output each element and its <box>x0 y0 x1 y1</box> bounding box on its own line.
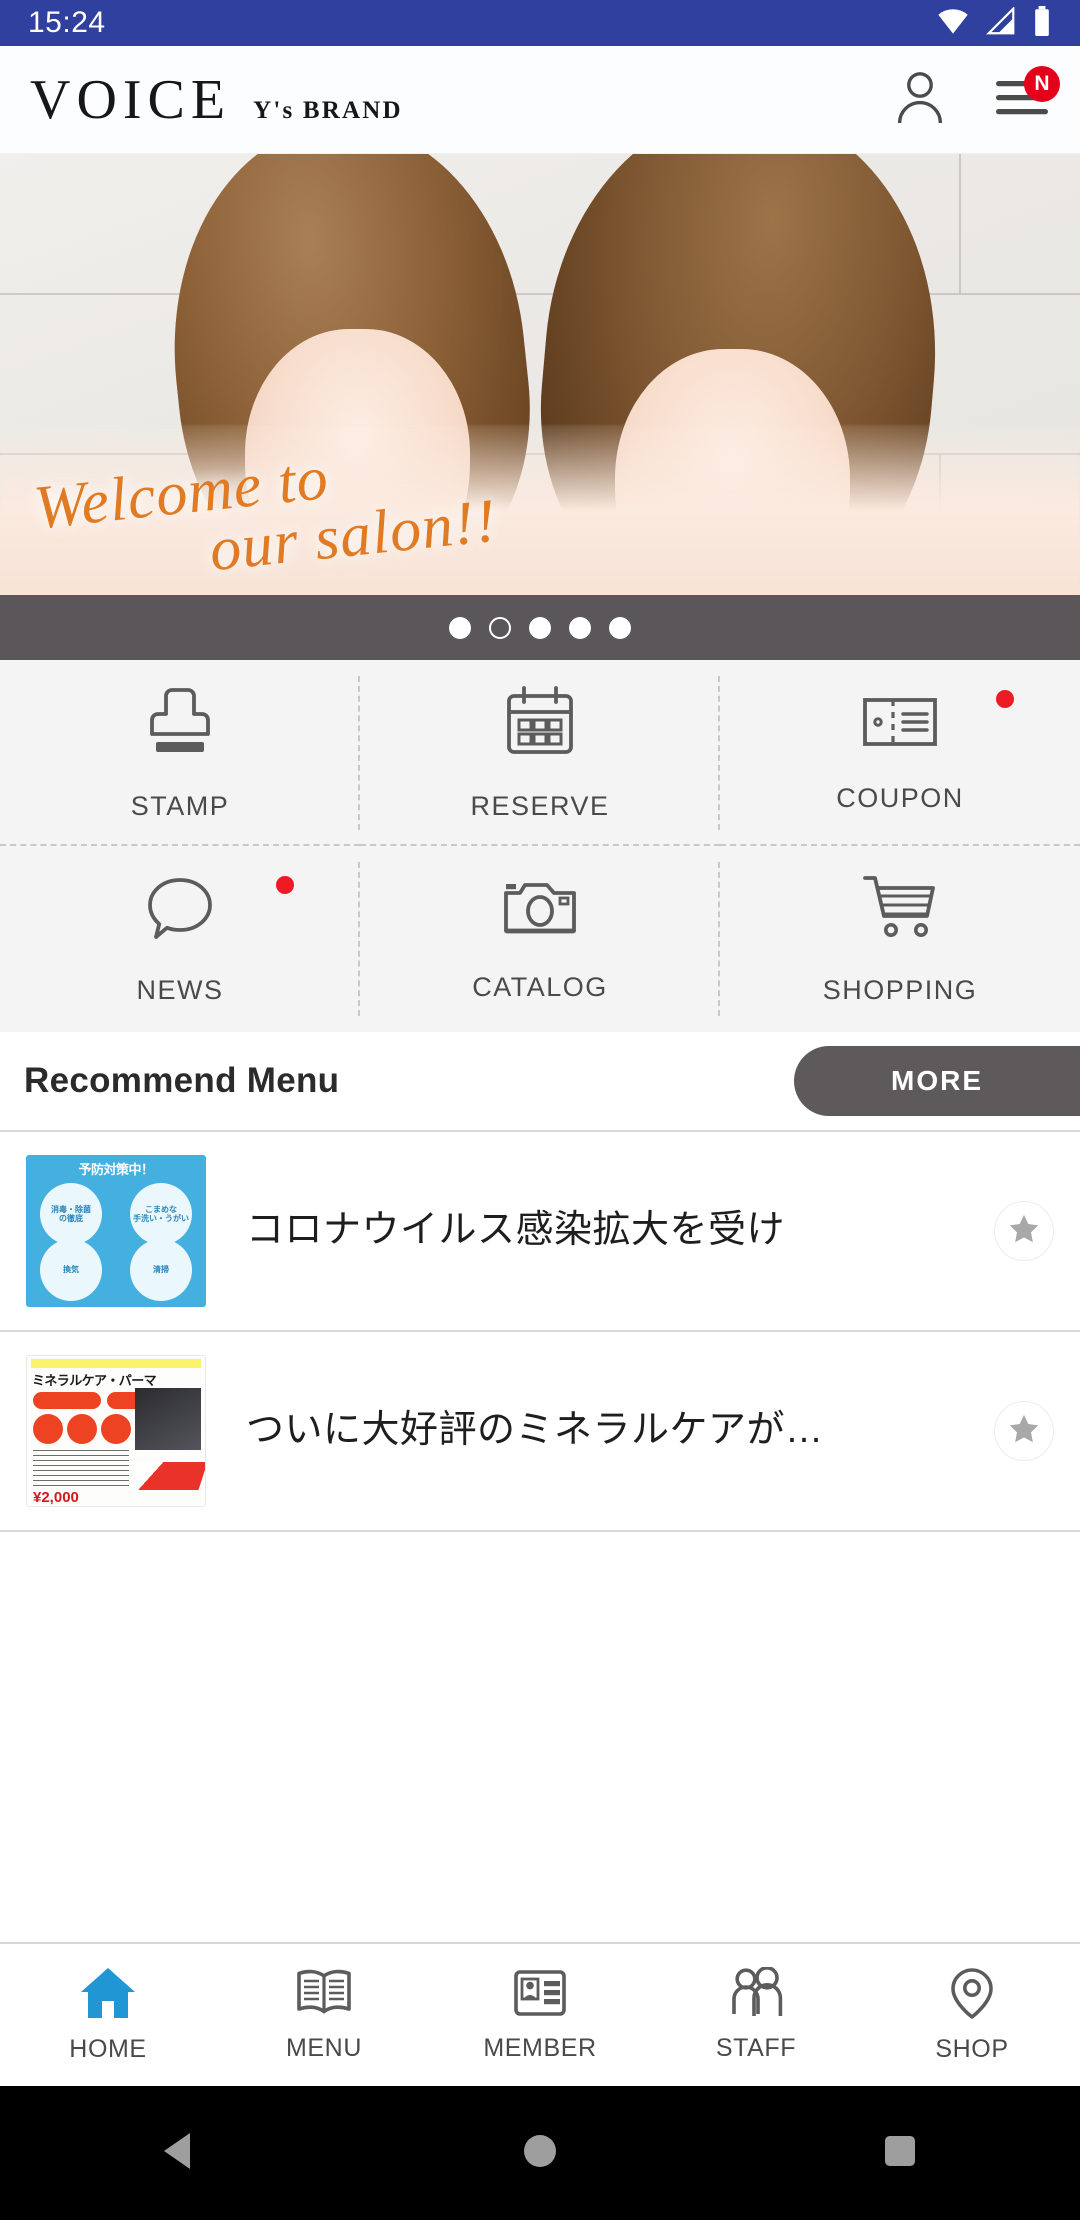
app-screen: 15:24 VOICE Y's BRAND N Welcome to our s… <box>0 0 1080 2220</box>
nav-item-member[interactable]: MEMBER <box>432 1967 648 2063</box>
id-card-icon <box>512 1967 568 2024</box>
nav-item-staff[interactable]: STAFF <box>648 1966 864 2063</box>
app-header: VOICE Y's BRAND N <box>0 46 1080 154</box>
favorite-button[interactable] <box>994 1201 1054 1261</box>
thumbnail-bubble: 清掃 <box>130 1239 192 1301</box>
nav-label: STAFF <box>715 2034 797 2062</box>
quick-action-news[interactable]: NEWS <box>0 846 360 1032</box>
carousel-indicator[interactable] <box>0 595 1080 660</box>
favorite-button[interactable] <box>994 1401 1054 1461</box>
quick-action-stamp[interactable]: STAMP <box>0 660 360 846</box>
recommend-list: 予防対策中！ 消毒・除菌 の徹底 こまめな 手洗い・うがい 換気 清掃 コロナウイル… <box>0 1132 1080 1532</box>
quick-action-label: NEWS <box>136 975 224 1005</box>
logo-primary-text: VOICE <box>30 68 232 131</box>
recommend-section-header: Recommend Menu MORE <box>0 1032 1080 1132</box>
quick-action-reserve[interactable]: RESERVE <box>360 660 720 846</box>
system-back-button[interactable] <box>125 2086 235 2220</box>
more-button[interactable]: MORE <box>794 1046 1080 1116</box>
carousel-dot-2[interactable] <box>489 616 511 639</box>
system-home-button[interactable] <box>485 2086 595 2220</box>
section-title: Recommend Menu <box>24 1061 340 1100</box>
list-item-thumbnail: 予防対策中！ 消毒・除菌 の徹底 こまめな 手洗い・うがい 換気 清掃 <box>26 1155 206 1307</box>
system-recents-button[interactable] <box>845 2086 955 2220</box>
quick-action-grid: STAMP RESERVE COUPON NEWS CATALOG SHOPPI… <box>0 660 1080 1032</box>
nav-item-shop[interactable]: SHOP <box>864 1966 1080 2064</box>
coupon-notification-badge <box>996 690 1014 708</box>
status-icons <box>936 5 1052 41</box>
carousel-dot-3[interactable] <box>529 616 551 639</box>
battery-icon <box>1032 5 1052 41</box>
nav-label: HOME <box>69 2035 147 2063</box>
account-button[interactable] <box>892 72 948 128</box>
star-icon <box>1006 1211 1042 1252</box>
status-time: 15:24 <box>28 6 106 39</box>
calendar-icon <box>503 684 577 765</box>
thumbnail-bubble: こまめな 手洗い・うがい <box>130 1183 192 1245</box>
book-icon <box>295 1967 353 2024</box>
quick-action-shopping[interactable]: SHOPPING <box>720 846 1080 1032</box>
speech-bubble-icon <box>144 872 216 949</box>
thumbnail-text-block <box>33 1450 129 1486</box>
home-circle-icon <box>522 2133 558 2174</box>
menu-notification-badge: N <box>1024 65 1060 102</box>
menu-button[interactable]: N <box>994 65 1060 128</box>
thumbnail-heading: ミネラルケア・パーマ <box>32 1373 157 1388</box>
news-notification-badge <box>276 876 294 894</box>
header-actions: N <box>892 65 1060 128</box>
status-bar: 15:24 <box>0 0 1080 46</box>
thumbnail-photo <box>135 1388 201 1450</box>
thumbnail-circle <box>33 1414 63 1444</box>
list-item-title: ついに大好評のミネラルケアが… <box>246 1409 824 1452</box>
nav-item-menu[interactable]: MENU <box>216 1967 432 2063</box>
thumbnail-circle <box>67 1414 97 1444</box>
quick-action-label: CATALOG <box>472 972 608 1002</box>
camera-icon <box>502 875 578 946</box>
carousel-dot-5[interactable] <box>609 616 631 639</box>
list-item[interactable]: ミネラルケア・パーマ ¥2,000 ついに大好評のミネラルケアが… <box>0 1332 1080 1532</box>
thumbnail-highlight <box>31 1359 201 1368</box>
person-icon <box>894 70 946 129</box>
back-triangle-icon <box>162 2131 198 2176</box>
thumbnail-price: ¥2,000 <box>33 1489 79 1506</box>
nav-label: SHOP <box>935 2035 1009 2063</box>
shopping-cart-icon <box>861 872 939 949</box>
nav-label: MEMBER <box>483 2034 597 2062</box>
logo-secondary-text: Y's BRAND <box>253 96 403 124</box>
carousel-dot-4[interactable] <box>569 616 591 639</box>
list-item-thumbnail: ミネラルケア・パーマ ¥2,000 <box>26 1355 206 1507</box>
people-icon <box>728 1966 784 2024</box>
thumbnail-pill <box>33 1392 101 1409</box>
list-item-title: コロナウイルス感染拡大を受け <box>246 1209 786 1252</box>
thumbnail-swoosh <box>128 1462 205 1490</box>
thumbnail-bubble: 換気 <box>40 1239 102 1301</box>
system-navigation-bar <box>0 2086 1080 2220</box>
quick-action-label: STAMP <box>130 791 230 821</box>
star-icon <box>1006 1411 1042 1452</box>
map-pin-icon <box>947 1966 997 2025</box>
signal-icon <box>986 5 1016 40</box>
thumbnail-heading: 予防対策中！ <box>78 1162 154 1177</box>
quick-action-label: RESERVE <box>470 791 610 821</box>
quick-action-label: SHOPPING <box>822 975 978 1005</box>
nav-label: MENU <box>285 2034 362 2062</box>
quick-action-label: COUPON <box>836 783 964 813</box>
brand-logo[interactable]: VOICE Y's BRAND <box>30 72 403 128</box>
stamp-icon <box>144 684 216 765</box>
thumbnail-bubble: 消毒・除菌 の徹底 <box>40 1183 102 1245</box>
recents-square-icon <box>883 2134 917 2173</box>
quick-action-catalog[interactable]: CATALOG <box>360 846 720 1032</box>
list-item[interactable]: 予防対策中！ 消毒・除菌 の徹底 こまめな 手洗い・うがい 換気 清掃 コロナウイル… <box>0 1132 1080 1332</box>
thumbnail-circle <box>101 1414 131 1444</box>
ticket-icon <box>861 692 939 757</box>
quick-action-coupon[interactable]: COUPON <box>720 660 1080 846</box>
hero-carousel-image[interactable]: Welcome to our salon!! <box>0 154 1080 595</box>
wifi-icon <box>936 7 970 40</box>
nav-item-home[interactable]: HOME <box>0 1966 216 2064</box>
carousel-dot-1[interactable] <box>449 616 471 639</box>
bottom-navigation: HOME MENU MEMBER STAFF SHOP <box>0 1942 1080 2086</box>
home-icon <box>79 1966 137 2025</box>
